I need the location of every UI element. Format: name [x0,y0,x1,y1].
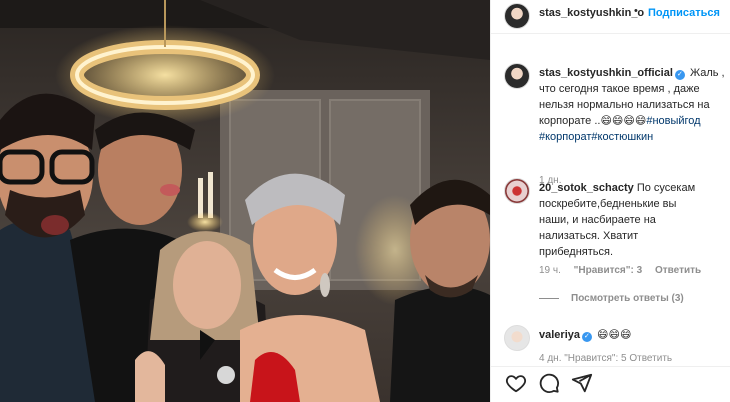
comment-time[interactable]: 19 ч. [539,265,561,276]
comment-emojis: 😄😄😄😄 [600,115,647,127]
comment-username[interactable]: valeriya [539,329,580,341]
share-icon[interactable] [571,372,593,394]
hashtag-link[interactable]: #новыйгод [646,115,700,127]
hashtags-link[interactable]: #корпорат#костюшкин [539,131,653,143]
comment-likes[interactable]: "Нравится": 3 [574,265,643,276]
comment-icon[interactable] [538,372,560,394]
comment-line-4: корпорате .. [539,115,601,127]
comment-line-1: Жаль , [689,67,725,79]
commenter-avatar[interactable] [504,325,530,351]
comment-emojis: 😄😄😄 [597,329,632,341]
comment-line-1: По сусекам [636,182,696,194]
header-separator: • [634,5,638,17]
view-replies-button[interactable]: Посмотреть ответы (3) [539,293,684,304]
comment-meta-partial: 4 дн. "Нравится": 5 Ответить [539,353,673,364]
verified-badge-icon: ✓ [581,332,592,342]
view-replies-label: Посмотреть ответы (3) [571,293,684,304]
comment-text: valeriya ✓ 😄😄😄 [539,327,730,343]
post-actions-bar [491,366,730,402]
comment-username[interactable]: stas_kostyushkin_official [539,67,673,79]
author-username[interactable]: stas_kostyushkin_o [539,7,644,19]
comment-text: stas_kostyushkin_official ✓ Жаль , что се… [539,65,730,145]
commenter-avatar[interactable] [504,63,530,89]
comment-line-3: наши, и насбираете на [539,214,656,226]
heart-icon[interactable] [505,372,527,394]
commenter-avatar[interactable] [504,178,530,204]
comment-line-4: нализаться. Хватит [539,230,639,242]
comment-username[interactable]: 20_sotok_schacty [539,182,634,194]
follow-button[interactable]: Подписаться [648,7,720,19]
post-side-panel: stas_kostyushkin_o • Подписаться stas_ko… [490,0,730,402]
party-selfie-image [0,0,490,402]
comment-line-5: прибедняться. [539,246,614,258]
reply-button[interactable]: Ответить [655,265,701,276]
comment-line-3: нельзя нормально нализаться на [539,99,710,111]
comment-text: 20_sotok_schacty По сусекам поскребите,б… [539,180,730,260]
post-photo[interactable] [0,0,490,402]
comment-line-2: что сегодня такое время , даже [539,83,700,95]
author-avatar[interactable] [504,3,530,29]
comment-meta: 19 ч. "Нравится": 3 Ответить [539,265,711,276]
replies-divider [539,297,559,299]
verified-badge-icon: ✓ [674,70,685,80]
comment-meta: 4 дн. "Нравится": 5 Ответить [539,353,682,364]
comments-list[interactable]: stas_kostyushkin_official ✓ Жаль , что се… [491,35,730,365]
comment-line-2: поскребите,бедненькие вы [539,198,677,210]
post-header: stas_kostyushkin_o • Подписаться [491,0,730,34]
